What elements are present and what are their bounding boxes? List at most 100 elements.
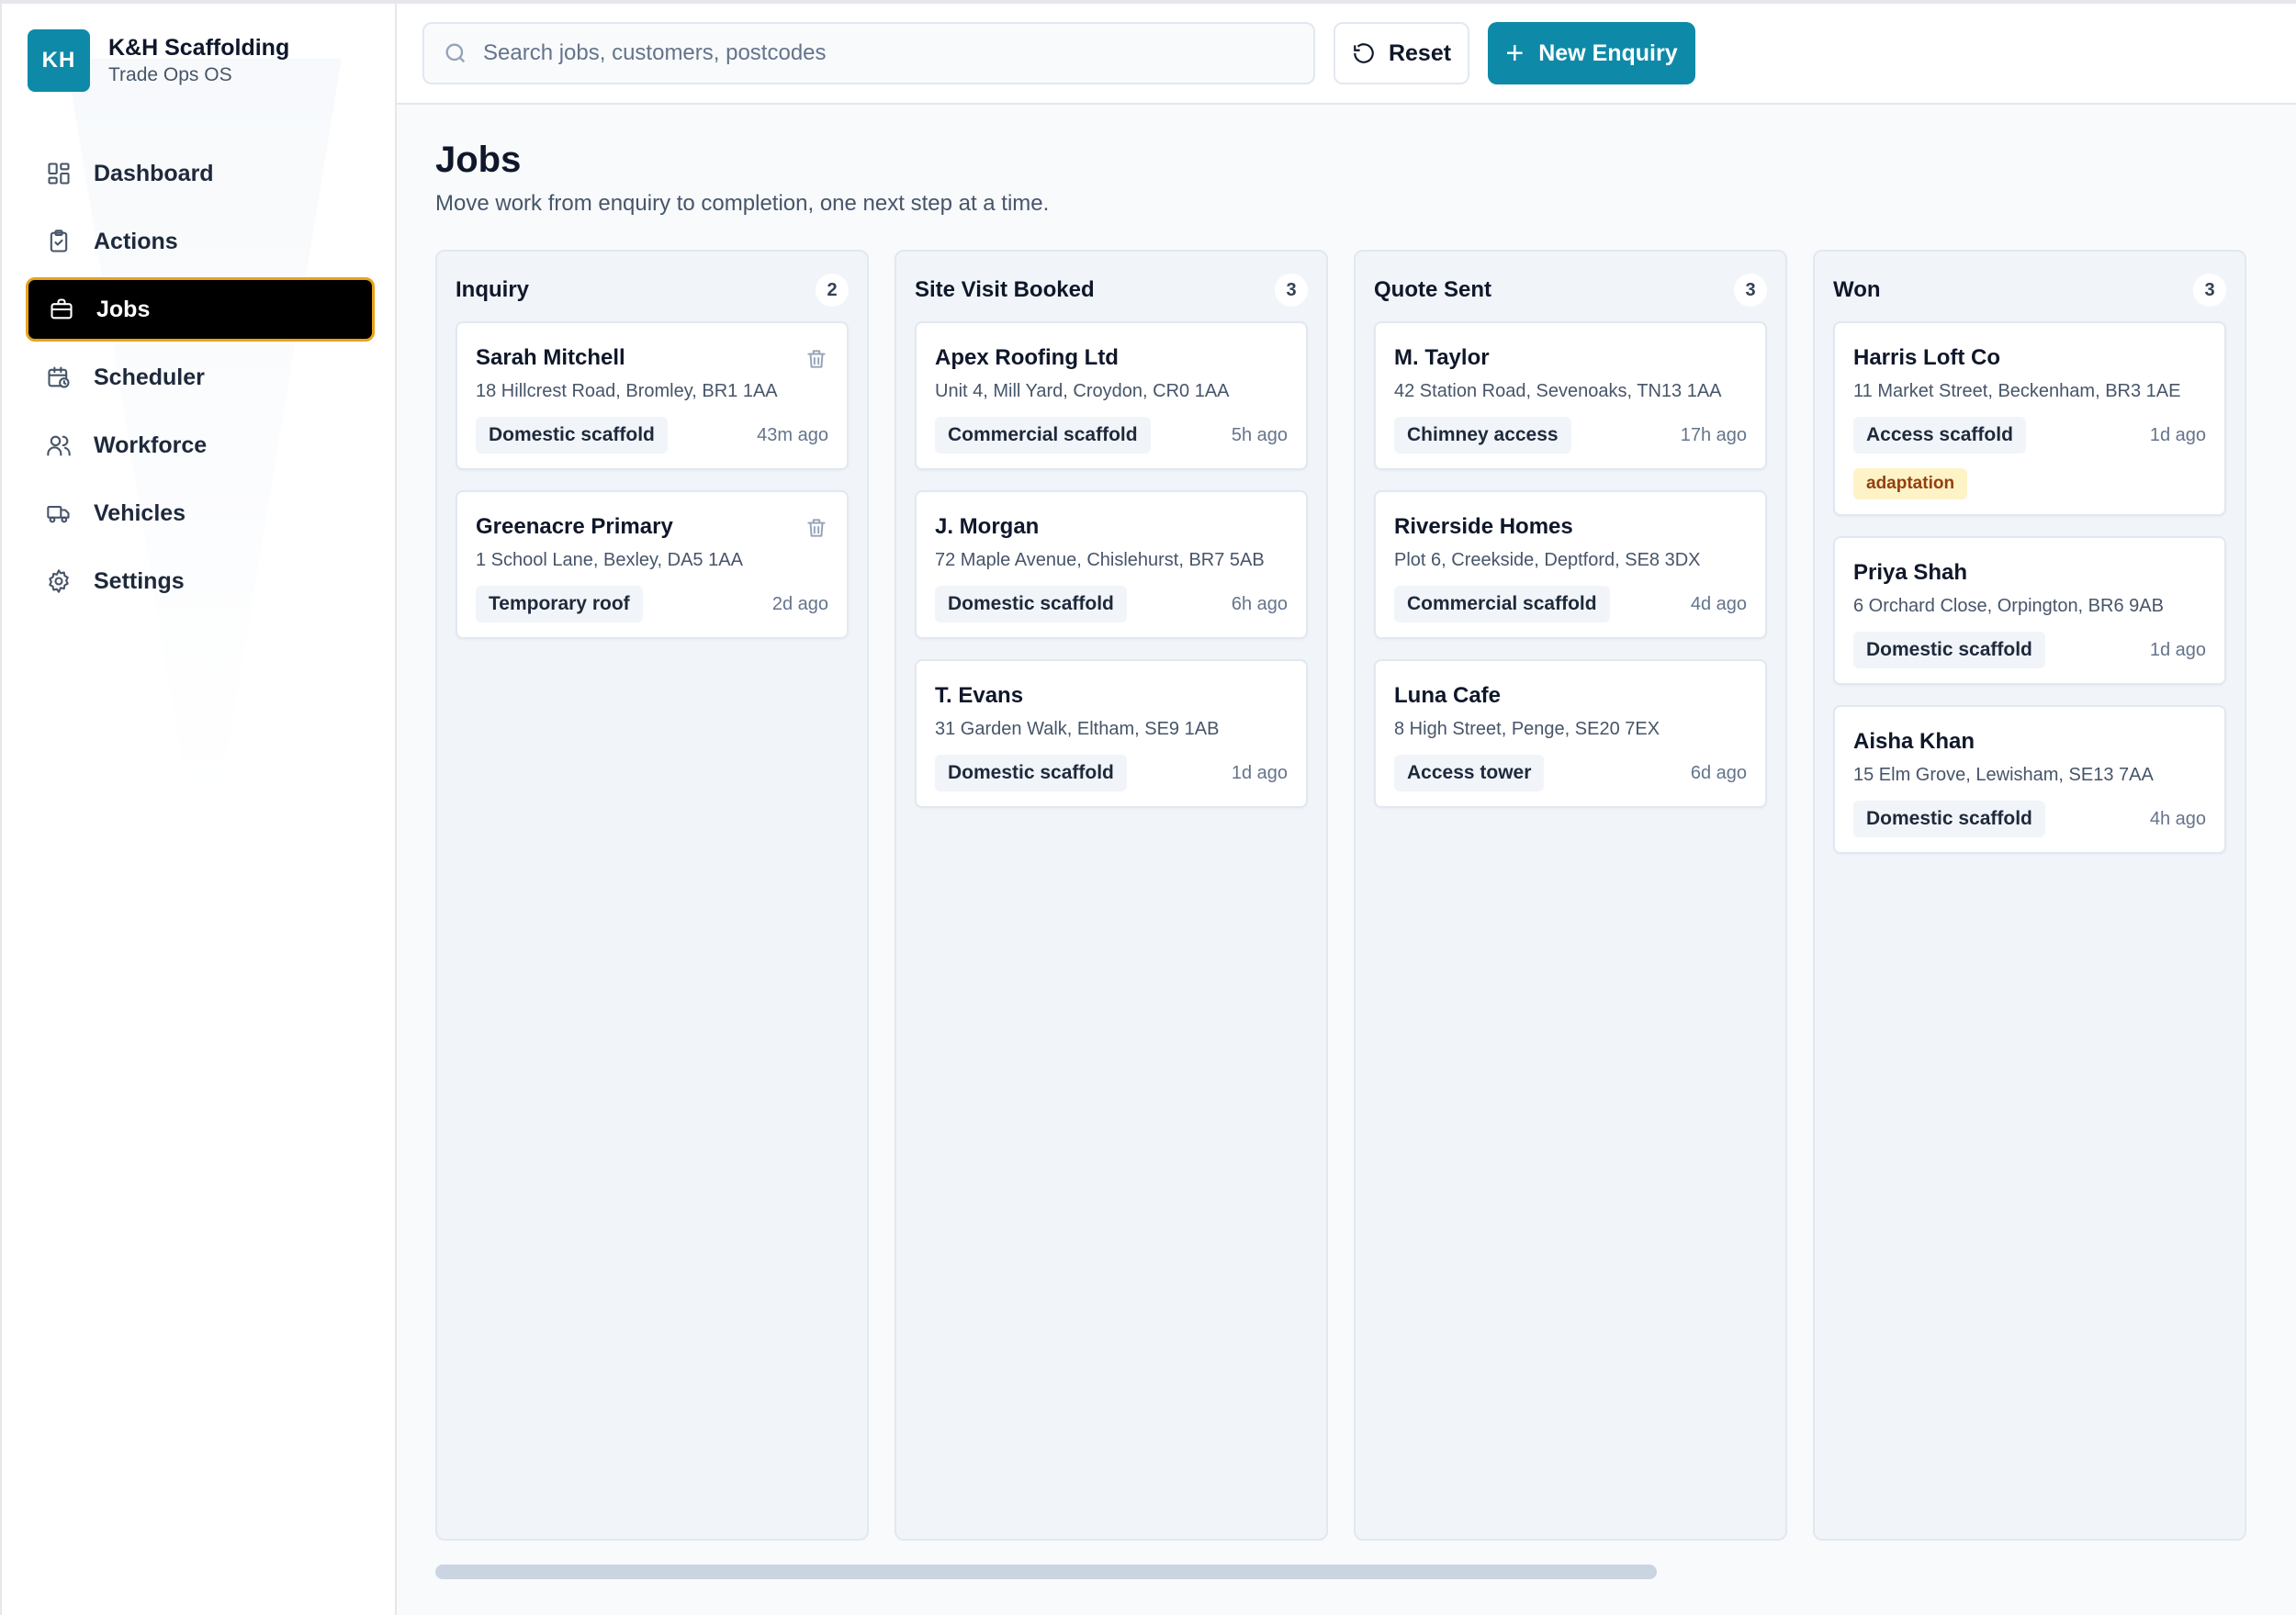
job-card[interactable]: Luna Cafe 8 High Street, Penge, SE20 7EX… <box>1374 659 1767 808</box>
new-enquiry-button[interactable]: + New Enquiry <box>1488 22 1695 84</box>
sidebar-item-workforce[interactable]: Workforce <box>26 413 375 477</box>
job-card[interactable]: Apex Roofing Ltd Unit 4, Mill Yard, Croy… <box>915 321 1308 470</box>
trash-icon[interactable] <box>805 347 828 371</box>
job-age: 5h ago <box>1231 424 1288 445</box>
job-card-footer: Domestic scaffold 4h ago <box>1853 801 2206 837</box>
job-card[interactable]: T. Evans 31 Garden Walk, Eltham, SE9 1AB… <box>915 659 1308 808</box>
sidebar-item-scheduler[interactable]: Scheduler <box>26 345 375 409</box>
job-card-name: Apex Roofing Ltd <box>935 345 1119 370</box>
column-count-badge: 3 <box>2193 274 2226 307</box>
job-age: 6h ago <box>1231 593 1288 614</box>
column-inquiry: Inquiry 2 Sarah Mitchell 18 Hillcrest Ro… <box>435 250 869 1541</box>
column-count-badge: 2 <box>816 274 849 307</box>
dashboard-icon <box>46 161 72 186</box>
job-card-address: Unit 4, Mill Yard, Croydon, CR0 1AA <box>935 381 1230 401</box>
brand[interactable]: KH K&H Scaffolding Trade Ops OS <box>28 29 289 92</box>
column-header: Won 3 <box>1833 274 2226 307</box>
job-type-chip: Access tower <box>1394 755 1545 791</box>
job-card-address: 31 Garden Walk, Eltham, SE9 1AB <box>935 719 1220 739</box>
job-card[interactable]: Greenacre Primary 1 School Lane, Bexley,… <box>456 490 849 639</box>
sidebar-item-settings[interactable]: Settings <box>26 549 375 613</box>
job-type-chip: Domestic scaffold <box>935 586 1127 622</box>
column-won: Won 3 Harris Loft Co 11 Market Street, B… <box>1813 250 2246 1541</box>
plus-icon: + <box>1505 36 1525 71</box>
job-card-address: 8 High Street, Penge, SE20 7EX <box>1394 719 1660 739</box>
job-type-chip: Commercial scaffold <box>1394 586 1610 622</box>
job-age: 4h ago <box>2149 808 2206 829</box>
job-card-footer: Domestic scaffold 1d ago <box>1853 632 2206 668</box>
briefcase-icon <box>49 297 74 322</box>
job-card-name: M. Taylor <box>1394 345 1490 370</box>
job-card-name: Sarah Mitchell <box>476 345 625 370</box>
job-card[interactable]: Harris Loft Co 11 Market Street, Beckenh… <box>1833 321 2226 516</box>
job-age: 1d ago <box>2149 639 2206 660</box>
card-list: M. Taylor 42 Station Road, Sevenoaks, TN… <box>1374 321 1767 828</box>
search-input[interactable] <box>483 40 1291 66</box>
calendar-clock-icon <box>46 364 72 390</box>
horizontal-scrollbar[interactable] <box>435 1565 1657 1579</box>
job-card[interactable]: Aisha Khan 15 Elm Grove, Lewisham, SE13 … <box>1833 705 2226 854</box>
brand-text: K&H Scaffolding Trade Ops OS <box>108 33 289 88</box>
sidebar-item-label: Vehicles <box>94 499 186 526</box>
sidebar-item-dashboard[interactable]: Dashboard <box>26 141 375 206</box>
job-card-footer: Domestic scaffold 1d ago <box>935 755 1288 791</box>
job-type-chip: Chimney access <box>1394 417 1571 454</box>
job-card-footer: Chimney access 17h ago <box>1394 417 1747 454</box>
job-card-name: Riverside Homes <box>1394 514 1573 539</box>
card-list: Sarah Mitchell 18 Hillcrest Road, Bromle… <box>456 321 849 659</box>
sidebar-item-jobs[interactable]: Jobs <box>26 277 375 342</box>
column-count-badge: 3 <box>1734 274 1767 307</box>
users-icon <box>46 432 72 458</box>
job-card-name: Aisha Khan <box>1853 729 1975 754</box>
column-header: Inquiry 2 <box>456 274 849 307</box>
reset-button-label: Reset <box>1388 39 1452 66</box>
job-age: 1d ago <box>2149 424 2206 445</box>
status-badge: adaptation <box>1853 468 1968 499</box>
job-card-name: Greenacre Primary <box>476 514 673 539</box>
job-card-footer: Domestic scaffold 43m ago <box>476 417 828 454</box>
sidebar-item-actions[interactable]: Actions <box>26 209 375 274</box>
job-age: 1d ago <box>1231 762 1288 783</box>
topbar: Reset + New Enquiry <box>397 4 2296 105</box>
job-card-footer: Temporary roof 2d ago <box>476 586 828 622</box>
job-card-address: 11 Market Street, Beckenham, BR3 1AE <box>1853 381 2181 401</box>
job-card-footer: Commercial scaffold 5h ago <box>935 417 1288 454</box>
search-box[interactable] <box>422 22 1315 84</box>
trash-icon[interactable] <box>805 516 828 540</box>
app-window: KH K&H Scaffolding Trade Ops OS Dashboar… <box>0 0 2296 1615</box>
reset-button[interactable]: Reset <box>1334 22 1469 84</box>
gear-icon <box>46 568 72 594</box>
sidebar-item-label: Scheduler <box>94 364 205 390</box>
job-card-footer: Access tower 6d ago <box>1394 755 1747 791</box>
job-age: 17h ago <box>1680 424 1747 445</box>
brand-logo: KH <box>28 29 90 92</box>
card-list: Harris Loft Co 11 Market Street, Beckenh… <box>1833 321 2226 874</box>
brand-subtitle: Trade Ops OS <box>108 64 232 85</box>
sidebar: KH K&H Scaffolding Trade Ops OS Dashboar… <box>0 4 397 1615</box>
sidebar-item-label: Dashboard <box>94 160 214 186</box>
job-card[interactable]: M. Taylor 42 Station Road, Sevenoaks, TN… <box>1374 321 1767 470</box>
brand-name: K&H Scaffolding <box>108 35 290 61</box>
job-card-address: 18 Hillcrest Road, Bromley, BR1 1AA <box>476 381 778 401</box>
column-quote-sent: Quote Sent 3 M. Taylor 42 Station Road, … <box>1354 250 1787 1541</box>
job-card[interactable]: Riverside Homes Plot 6, Creekside, Deptf… <box>1374 490 1767 639</box>
job-card-address: 6 Orchard Close, Orpington, BR6 9AB <box>1853 596 2164 616</box>
job-card-address: 42 Station Road, Sevenoaks, TN13 1AA <box>1394 381 1722 401</box>
job-type-chip: Domestic scaffold <box>935 755 1127 791</box>
new-enquiry-label: New Enquiry <box>1538 39 1678 66</box>
job-card-footer: Access scaffold 1d ago <box>1853 417 2206 454</box>
sidebar-item-label: Settings <box>94 567 185 594</box>
page-subtitle: Move work from enquiry to completion, on… <box>435 191 1050 216</box>
job-type-chip: Commercial scaffold <box>935 417 1151 454</box>
job-card[interactable]: Sarah Mitchell 18 Hillcrest Road, Bromle… <box>456 321 849 470</box>
sidebar-item-vehicles[interactable]: Vehicles <box>26 481 375 545</box>
job-card[interactable]: Priya Shah 6 Orchard Close, Orpington, B… <box>1833 536 2226 685</box>
job-card[interactable]: J. Morgan 72 Maple Avenue, Chislehurst, … <box>915 490 1308 639</box>
job-card-address: 1 School Lane, Bexley, DA5 1AA <box>476 550 743 570</box>
job-card-address: Plot 6, Creekside, Deptford, SE8 3DX <box>1394 550 1701 570</box>
card-list: Apex Roofing Ltd Unit 4, Mill Yard, Croy… <box>915 321 1308 828</box>
page-title: Jobs <box>435 140 522 180</box>
search-icon <box>445 43 466 63</box>
column-title: Quote Sent <box>1374 277 1492 302</box>
job-card-footer: Domestic scaffold 6h ago <box>935 586 1288 622</box>
